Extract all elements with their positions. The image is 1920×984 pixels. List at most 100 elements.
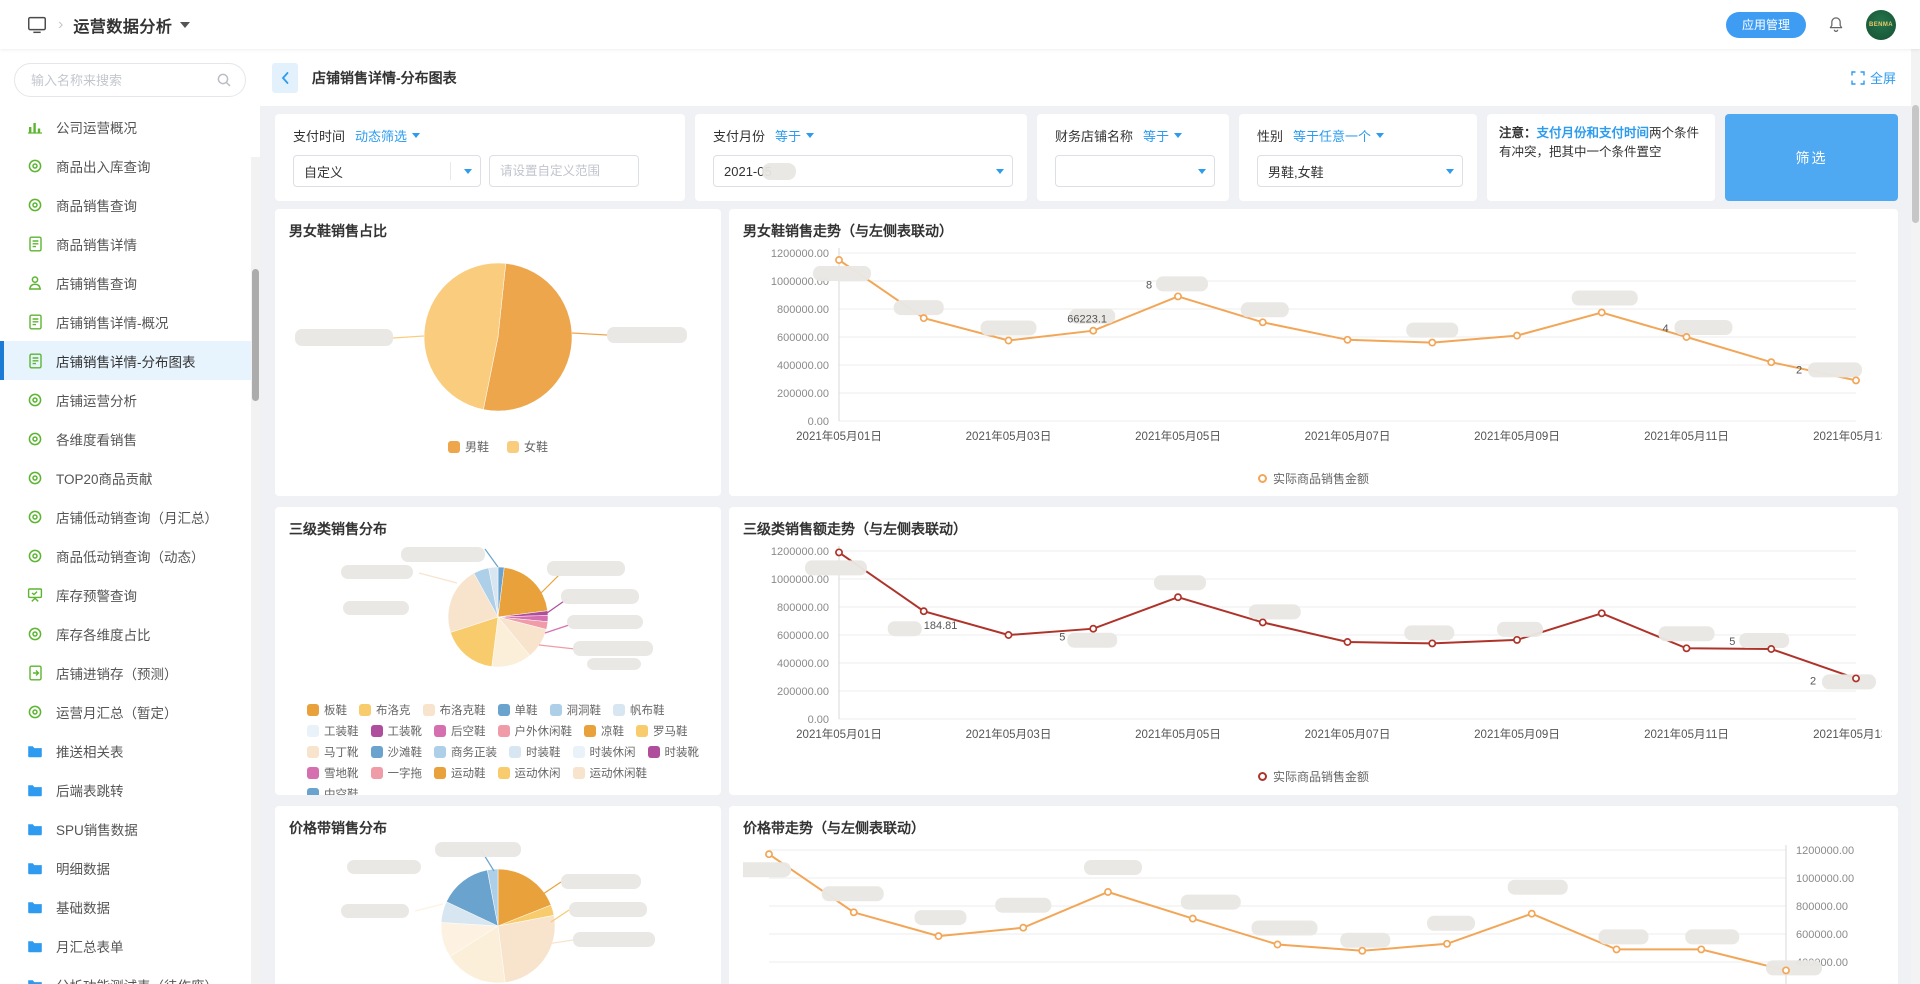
bell-icon[interactable]	[1826, 15, 1846, 35]
app-manage-button[interactable]: 应用管理	[1725, 11, 1806, 38]
legend-item[interactable]: 女鞋	[507, 438, 548, 455]
sidebar-item-6[interactable]: 店铺销售详情-分布图表	[0, 341, 260, 380]
legend-item[interactable]: 马丁靴	[307, 744, 359, 760]
sidebar-item-15[interactable]: 运营月汇总（暂定）	[0, 692, 260, 731]
pie-chart-gender[interactable]	[289, 243, 707, 434]
legend-item[interactable]: 工装鞋	[307, 723, 359, 739]
pie-chart-price[interactable]	[289, 840, 707, 984]
legend-swatch-icon	[307, 767, 319, 779]
sidebar-item-22[interactable]: 分析功能测试表（待作废）	[0, 965, 260, 984]
sidebar-item-4[interactable]: 店铺销售查询	[0, 263, 260, 302]
legend-item[interactable]: 运动休闲	[497, 765, 561, 781]
search-icon[interactable]	[216, 72, 232, 93]
filter-operator-dropdown[interactable]: 等于	[775, 126, 815, 145]
sidebar-item-2[interactable]: 商品销售查询	[0, 185, 260, 224]
filter-label: 财务店铺名称	[1055, 129, 1134, 144]
legend-item[interactable]: 板鞋	[307, 702, 347, 718]
folder-icon	[26, 900, 44, 914]
legend-item[interactable]: 一字拖	[370, 765, 422, 781]
app-title-caret-icon[interactable]	[180, 21, 191, 28]
page-scrollbar-thumb[interactable]	[1912, 105, 1919, 223]
sidebar-item-21[interactable]: 月汇总表单	[0, 926, 260, 965]
legend-item[interactable]: 商务正装	[434, 744, 497, 760]
app-title[interactable]: 运营数据分析	[73, 13, 172, 37]
legend-item[interactable]: 时装鞋	[509, 744, 561, 760]
filter-operator-dropdown[interactable]: 等于任意一个	[1293, 126, 1385, 145]
chart-legend[interactable]: 实际商品销售金额	[743, 470, 1884, 487]
sidebar-item-20[interactable]: 基础数据	[0, 887, 260, 926]
sidebar-item-16[interactable]: 推送相关表	[0, 731, 260, 770]
sidebar-item-9[interactable]: TOP20商品贡献	[0, 458, 260, 497]
sidebar-item-0[interactable]: 公司运营概况	[0, 107, 260, 146]
sidebar-item-7[interactable]: 店铺运营分析	[0, 380, 260, 419]
sidebar-item-label: 商品低动销查询（动态）	[56, 549, 205, 565]
legend-item[interactable]: 后空鞋	[434, 723, 486, 739]
sidebar-item-17[interactable]: 后端表跳转	[0, 770, 260, 809]
svg-text:600000.00: 600000.00	[777, 630, 829, 642]
legend-item[interactable]: 运动休闲鞋	[572, 765, 647, 781]
breadcrumb-chevron-icon: ›	[58, 15, 64, 33]
legend-label: 工装靴	[387, 726, 423, 738]
legend-label: 商务正装	[451, 747, 497, 759]
legend-item[interactable]: 户外休闲鞋	[497, 723, 572, 739]
sidebar-item-label: SPU销售数据	[56, 822, 138, 838]
doc-icon	[26, 236, 44, 252]
legend-item[interactable]: 中空鞋	[307, 786, 359, 795]
filter-submit-button[interactable]: 筛选	[1725, 114, 1898, 201]
target-icon	[26, 197, 44, 213]
legend-item[interactable]: 时装休闲	[572, 744, 636, 760]
sidebar-item-11[interactable]: 商品低动销查询（动态）	[0, 536, 260, 575]
legend-item[interactable]: 男鞋	[447, 438, 489, 455]
filter-operator-dropdown[interactable]: 等于	[1143, 126, 1183, 145]
svg-text:2021年05月07日: 2021年05月07日	[1305, 429, 1391, 443]
target-icon	[26, 704, 44, 720]
pay-month-select[interactable]: 2021-05	[713, 155, 1013, 187]
legend-item[interactable]: 时装靴	[647, 744, 699, 760]
sidebar-item-18[interactable]: SPU销售数据	[0, 809, 260, 848]
sidebar-item-19[interactable]: 明细数据	[0, 848, 260, 887]
sidebar-scrollbar-track[interactable]	[251, 157, 260, 984]
legend-item[interactable]: 沙滩鞋	[370, 744, 422, 760]
sidebar-item-12[interactable]: 库存预警查询	[0, 575, 260, 614]
legend-item[interactable]: 帆布鞋	[613, 702, 665, 718]
legend-item[interactable]: 凉鞋	[584, 723, 624, 739]
monitor-icon[interactable]	[26, 14, 48, 36]
legend-item[interactable]: 运动鞋	[434, 765, 486, 781]
back-button[interactable]	[272, 62, 298, 93]
pay-time-select[interactable]: 自定义	[293, 155, 481, 187]
legend-item[interactable]: 布洛克	[359, 702, 411, 718]
legend-item[interactable]: 布洛克鞋	[422, 702, 486, 718]
line-chart-category-trend[interactable]: 1200000.00 1000000.00 800000.00 600000.00 40…	[743, 541, 1898, 768]
search-input[interactable]	[14, 63, 246, 97]
sidebar-item-1[interactable]: 商品出入库查询	[0, 146, 260, 185]
legend-swatch-icon	[647, 746, 660, 758]
filter-operator-dropdown[interactable]: 动态筛选	[355, 126, 421, 145]
sidebar-item-10[interactable]: 店铺低动销查询（月汇总）	[0, 497, 260, 536]
sidebar-item-13[interactable]: 库存各维度占比	[0, 614, 260, 653]
page-scrollbar-track[interactable]	[1911, 49, 1920, 984]
legend-swatch-icon	[497, 704, 510, 716]
sidebar-item-14[interactable]: 店铺进销存（预测）	[0, 653, 260, 692]
fullscreen-button[interactable]: 全屏	[1851, 68, 1896, 87]
legend-label: 布洛克鞋	[439, 705, 486, 717]
legend-item[interactable]: 罗马鞋	[636, 723, 688, 739]
shop-name-select[interactable]	[1055, 155, 1215, 187]
custom-range-input[interactable]	[489, 155, 639, 187]
avatar[interactable]: BENMA	[1866, 9, 1896, 40]
svg-text:1200000.00: 1200000.00	[771, 248, 829, 260]
chart-legend[interactable]: 实际商品销售金额	[743, 768, 1884, 785]
legend-item[interactable]: 雪地靴	[307, 765, 359, 781]
sidebar-scrollbar-thumb[interactable]	[252, 269, 259, 401]
gender-select[interactable]: 男鞋,女鞋	[1257, 155, 1463, 187]
legend-item[interactable]: 工装靴	[370, 723, 423, 739]
sidebar-nav: 公司运营概况 商品出入库查询 商品销售查询 商品销售详情 店铺销售查询 店铺销售详情-概况…	[0, 107, 260, 984]
svg-text:2021年05月01日: 2021年05月01日	[796, 727, 882, 741]
sidebar-item-5[interactable]: 店铺销售详情-概况	[0, 302, 260, 341]
line-chart-price-trend[interactable]: 1200000.00 1000000.00 800000.00 600000.00 40…	[733, 840, 1884, 984]
legend-item[interactable]: 洞洞鞋	[549, 702, 601, 718]
line-chart-gender-trend[interactable]: 1200000.00 1000000.00 800000.00 600000.00 40…	[743, 243, 1898, 470]
sidebar-item-3[interactable]: 商品销售详情	[0, 224, 260, 263]
pie-chart-category[interactable]	[289, 541, 707, 696]
legend-item[interactable]: 单鞋	[497, 702, 538, 718]
sidebar-item-8[interactable]: 各维度看销售	[0, 419, 260, 458]
